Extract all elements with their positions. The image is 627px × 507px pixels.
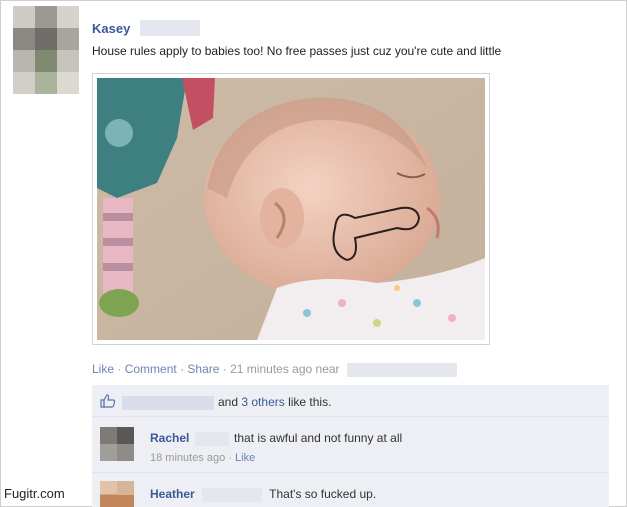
commenter-avatar[interactable] <box>100 427 134 461</box>
baby-photo-image <box>97 78 485 340</box>
likes-summary: and 3 others like this. <box>122 395 331 410</box>
comment-text: that is awful and not funny at all <box>234 431 403 445</box>
feedback-box: and 3 others like this. Rachel that is a… <box>92 385 609 507</box>
comment-timestamp: 18 minutes ago <box>150 452 226 464</box>
share-link[interactable]: Share <box>187 362 219 376</box>
commenter-surname-redacted <box>202 487 263 502</box>
like-link[interactable]: Like <box>92 362 114 376</box>
author-avatar[interactable] <box>13 6 79 94</box>
comment-meta: 18 minutes ago · Like <box>150 452 255 464</box>
photo-illustration <box>97 78 485 340</box>
likes-and: and <box>218 395 239 409</box>
post-photo[interactable] <box>92 73 490 345</box>
watermark: Fugitr.com <box>4 486 65 501</box>
commenter-name[interactable]: Heather <box>150 487 195 501</box>
location-redacted <box>346 362 457 377</box>
comment-body: Rachel that is awful and not funny at al… <box>150 431 402 446</box>
liker-name-redacted <box>122 395 214 410</box>
comment-link[interactable]: Comment <box>125 362 177 376</box>
likes-suffix: like this. <box>288 395 332 409</box>
author-surname-redacted <box>140 20 200 36</box>
comment-text: That's so fucked up. <box>269 487 377 501</box>
separator: · <box>117 362 125 376</box>
commenter-surname-redacted <box>194 431 229 446</box>
likes-others-link[interactable]: 3 others <box>241 395 284 409</box>
commenter-name[interactable]: Rachel <box>150 431 189 445</box>
comment-item: Rachel that is awful and not funny at al… <box>92 417 609 473</box>
separator: · <box>228 452 236 464</box>
thumbs-up-icon <box>100 394 116 408</box>
comment-like-link[interactable]: Like <box>235 452 255 464</box>
comment-body: Heather That's so fucked up. <box>150 487 376 502</box>
commenter-avatar[interactable] <box>100 481 134 507</box>
post-timestamp: 21 minutes ago near <box>230 362 340 376</box>
post-actions: Like · Comment · Share · 21 minutes ago … <box>92 362 457 377</box>
likes-row: and 3 others like this. <box>92 385 609 417</box>
comment-item: Heather That's so fucked up. <box>92 473 609 507</box>
status-text: House rules apply to babies too! No free… <box>92 44 502 58</box>
author-name[interactable]: Kasey <box>92 21 130 36</box>
